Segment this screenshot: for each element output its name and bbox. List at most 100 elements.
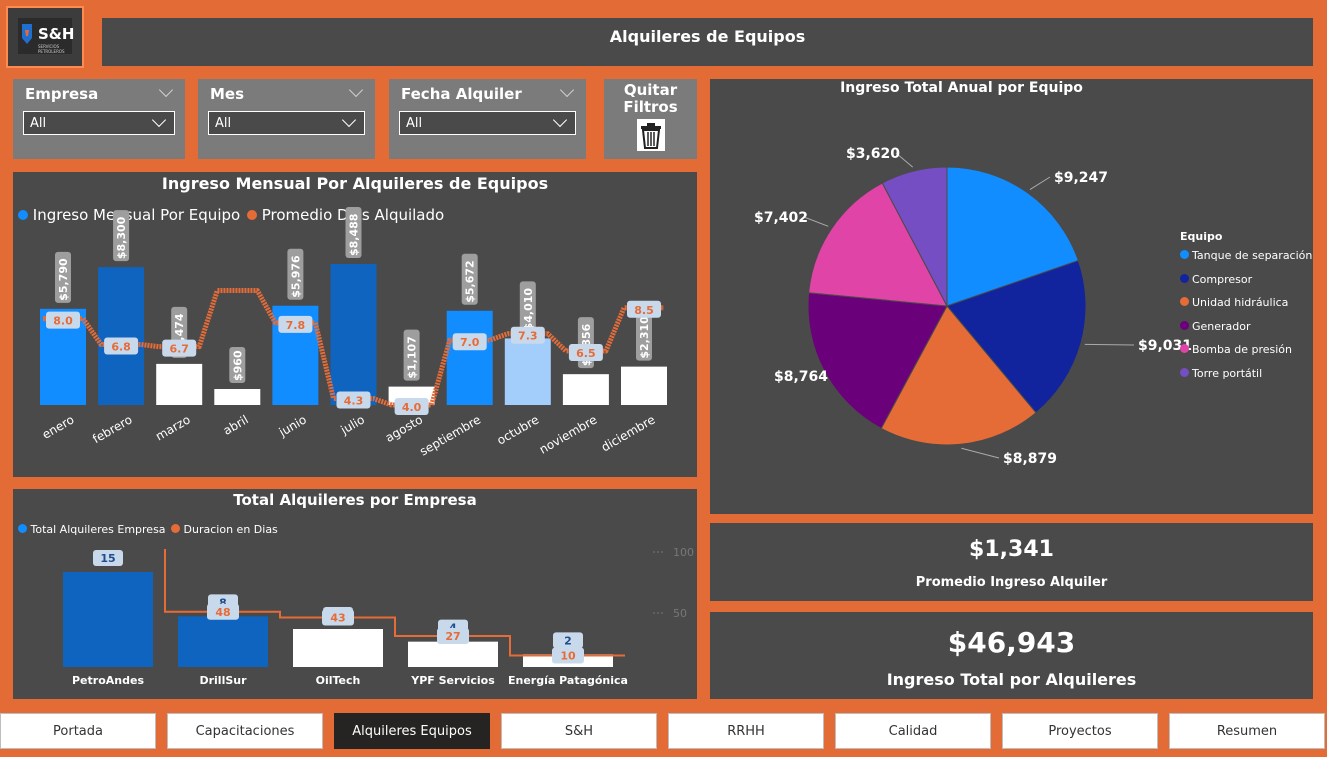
kpi-total-card: $46,943 Ingreso Total por Alquileres: [710, 612, 1313, 699]
pie-legend-item: Unidad hidráulica: [1180, 296, 1312, 320]
pie-legend-label: Generador: [1192, 319, 1251, 333]
legend-dot: [1180, 320, 1189, 330]
pie-legend: Tanque de separación Compresor Unidad hidr…: [1180, 249, 1312, 390]
days-value-label: 6.8: [111, 341, 131, 354]
legend-dot: [1180, 344, 1189, 353]
revenue-value-label: $960: [231, 350, 244, 381]
revenue-value-label: $4,010: [522, 288, 535, 331]
tab-alquileres-equipos[interactable]: Alquileres Equipos: [334, 713, 490, 749]
monthly-revenue-chart: Ingreso Mensual Por Alquileres de Equipo…: [13, 172, 697, 477]
legend-dot: [1180, 273, 1189, 283]
duration-value-label: 43: [330, 612, 345, 625]
kpi-average-card: $1,341 Promedio Ingreso Alquiler: [710, 523, 1313, 601]
chevron-down-icon[interactable]: [559, 82, 575, 98]
pie-legend-label: Torre portátil: [1192, 366, 1263, 380]
revenue-value-label: $5,790: [57, 258, 70, 301]
revenue-bar: [562, 374, 609, 405]
days-value-label: 7.3: [518, 330, 538, 343]
company-bar: [408, 641, 498, 667]
revenue-value-label: $5,672: [464, 260, 477, 302]
pie-leader-line: [1084, 343, 1135, 346]
month-axis-label: abril: [221, 412, 251, 437]
equipment-pie-chart: Ingreso Total Anual por Equipo $9,247 $9,…: [710, 79, 1313, 514]
pie-value-label: $8,764: [774, 369, 828, 385]
chevron-down-icon: [341, 112, 357, 128]
revenue-value-label: $2,310: [638, 316, 651, 359]
total-value-label: 15: [100, 552, 115, 565]
tab-proyectos[interactable]: Proyectos: [1002, 713, 1158, 749]
page-title: Alquileres de Equipos: [609, 27, 806, 46]
filter-empresa-label: Empresa: [25, 85, 99, 103]
chevron-down-icon[interactable]: [348, 82, 364, 98]
filter-fecha-alquiler[interactable]: Fecha Alquiler All: [389, 79, 586, 159]
company-bar: [293, 629, 383, 667]
filter-mes-dropdown[interactable]: All: [208, 111, 365, 135]
duration-value-label: 10: [560, 650, 576, 663]
company-rentals-chart: Total Alquileres por Empresa Total Alqui…: [13, 489, 697, 699]
filter-empresa-dropdown[interactable]: All: [23, 111, 175, 135]
tab-calidad[interactable]: Calidad: [835, 713, 991, 749]
days-value-label: 4.3: [344, 395, 364, 408]
legend-dot: [1180, 297, 1189, 306]
logo-box: S&H SERVICIOS PETROLEROS: [6, 6, 84, 68]
pie-legend-item: Generador: [1180, 320, 1312, 344]
pie-value-label: $7,402: [754, 210, 808, 226]
revenue-value-label: $1,107: [406, 336, 419, 378]
filter-empresa-value: All: [30, 116, 47, 131]
tab-capacitaciones[interactable]: Capacitaciones: [167, 713, 323, 749]
filter-fecha-label: Fecha Alquiler: [401, 85, 522, 103]
filter-fecha-dropdown[interactable]: All: [399, 111, 576, 135]
company-bar: [178, 616, 268, 667]
kpi-total-label: Ingreso Total por Alquileres: [886, 670, 1137, 689]
header-bar: Alquileres de Equipos: [102, 18, 1313, 66]
month-axis-label: marzo: [153, 412, 193, 443]
tab-resumen[interactable]: Resumen: [1169, 713, 1325, 749]
revenue-bar: [214, 389, 261, 405]
days-value-label: 8.0: [53, 315, 73, 328]
month-axis-label: noviembre: [537, 412, 600, 456]
legend-dot: [1180, 367, 1189, 377]
kpi-total-value: $46,943: [947, 626, 1076, 659]
month-axis-label: septiembre: [417, 412, 483, 458]
revenue-value-label: $5,976: [289, 255, 302, 298]
company-axis-label: YPF Servicios: [410, 674, 495, 687]
filter-mes-value: All: [215, 116, 232, 131]
kpi-average-label: Promedio Ingreso Alquiler: [915, 575, 1108, 590]
filter-empresa[interactable]: Empresa All: [13, 79, 185, 159]
revenue-value-label: $8,488: [348, 214, 361, 256]
pie-legend-item: Bomba de presión: [1180, 343, 1312, 367]
pie-legend-item: Compresor: [1180, 273, 1312, 297]
filter-mes[interactable]: Mes All: [198, 79, 375, 159]
month-axis-label: julio: [338, 412, 367, 437]
logo-text: S&H: [38, 25, 75, 43]
company-chart-plot: 15PetroAndes8DrillSur6OilTech4YPF Servic…: [63, 549, 665, 687]
tab-rrhh[interactable]: RRHH: [668, 713, 824, 749]
chevron-down-icon[interactable]: [158, 82, 174, 98]
trash-icon: [636, 119, 665, 151]
days-value-label: 4.0: [402, 401, 422, 414]
days-value-label: 6.7: [169, 343, 189, 356]
legend-dot: [1180, 250, 1189, 259]
pie-value-label: $8,879: [1003, 451, 1057, 467]
pie-legend-item: Torre portátil: [1180, 367, 1312, 391]
revenue-bar: [330, 264, 377, 405]
pie-legend-title: Equipo: [1180, 230, 1223, 243]
revenue-bar: [621, 366, 667, 405]
company-axis-label: Energía Patagónica: [508, 674, 628, 687]
tab-portada[interactable]: Portada: [0, 713, 156, 749]
monthly-chart-plot: $5,790enero$8,300febrero$2,474marzo$960a…: [40, 207, 667, 459]
pie-legend-label: Tanque de separación: [1192, 249, 1313, 262]
days-value-label: 6.5: [576, 347, 596, 360]
duration-value-label: 48: [215, 606, 230, 619]
days-value-label: 8.5: [634, 304, 654, 317]
revenue-bar: [504, 338, 551, 405]
pie-leader-line: [961, 447, 1000, 459]
tab-sh[interactable]: S&H: [501, 713, 657, 749]
month-axis-label: agosto: [383, 412, 425, 444]
revenue-bar: [446, 310, 493, 405]
filter-mes-label: Mes: [210, 85, 245, 103]
logo-subtext: SERVICIOS PETROLEROS: [38, 44, 65, 54]
pie-legend-label: Unidad hidráulica: [1192, 296, 1289, 309]
revenue-value-label: $8,300: [115, 216, 128, 259]
month-axis-label: enero: [40, 412, 77, 441]
